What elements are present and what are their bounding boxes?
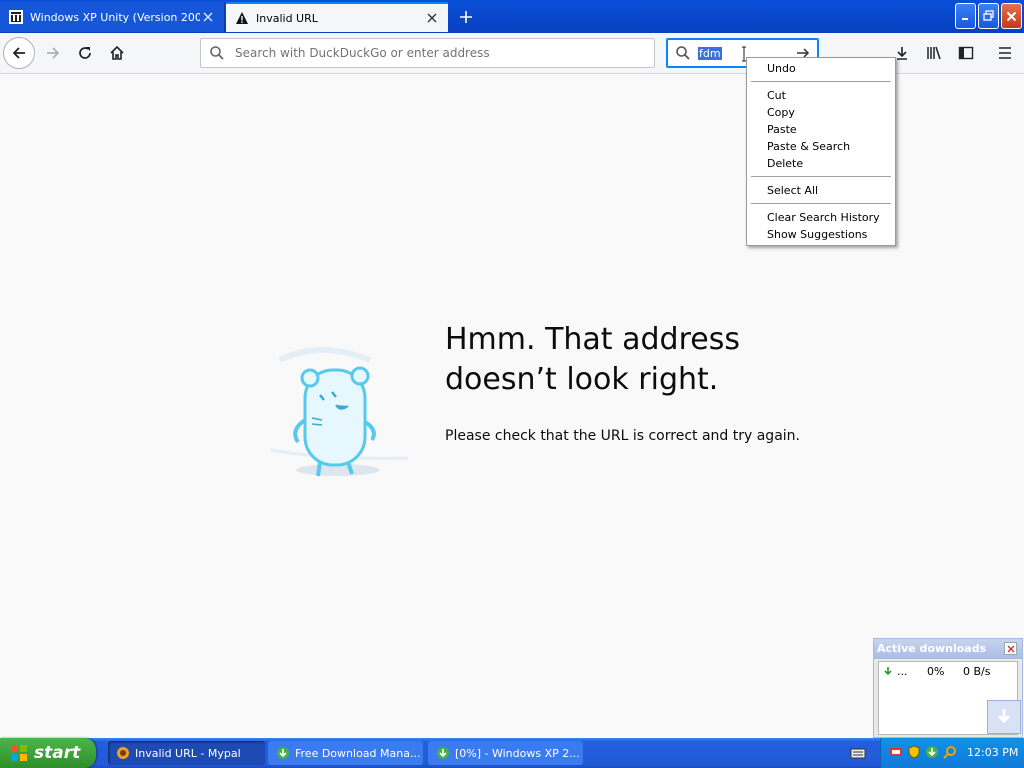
menu-separator bbox=[751, 203, 891, 204]
clock[interactable]: 12:03 PM bbox=[967, 746, 1018, 759]
error-title: Hmm. That address doesn’t look right. bbox=[445, 322, 740, 397]
tab-title: Windows XP Unity (Version 2003) \ bbox=[30, 10, 200, 24]
taskbar-button-label: [0%] - Windows XP 2... bbox=[455, 746, 580, 760]
plus-icon bbox=[460, 11, 472, 23]
close-icon bbox=[1007, 645, 1014, 652]
museum-icon bbox=[8, 9, 24, 25]
close-tab-icon[interactable] bbox=[200, 9, 216, 25]
download-percent: 0% bbox=[927, 664, 945, 678]
taskbar-button-free-download-manager[interactable]: Free Download Mana... bbox=[268, 741, 423, 765]
tab-windows-xp-unity[interactable]: Windows XP Unity (Version 2003) \ bbox=[0, 2, 225, 32]
taskbar-button-label: Free Download Mana... bbox=[295, 746, 421, 760]
reload-icon bbox=[79, 47, 91, 59]
keyboard-icon[interactable] bbox=[850, 746, 866, 760]
windows-flag-icon bbox=[11, 745, 27, 761]
menu-separator bbox=[751, 81, 891, 82]
menu-item-undo[interactable]: Undo bbox=[767, 61, 796, 77]
hamburger-menu-icon bbox=[999, 47, 1011, 59]
menu-item-delete[interactable]: Delete bbox=[767, 156, 803, 172]
error-description: Please check that the URL is correct and… bbox=[445, 428, 800, 444]
menu-item-select-all[interactable]: Select All bbox=[767, 183, 818, 199]
free-download-manager-icon bbox=[277, 747, 289, 759]
warning-icon bbox=[234, 10, 250, 26]
restore-icon bbox=[982, 10, 994, 21]
library-icon bbox=[927, 46, 941, 60]
download-arrow-icon bbox=[884, 667, 892, 676]
network-icon[interactable] bbox=[889, 745, 903, 759]
download-icon bbox=[897, 47, 907, 60]
minimize-button[interactable] bbox=[955, 3, 976, 29]
search-icon bbox=[676, 46, 690, 60]
home-icon bbox=[110, 45, 124, 60]
taskbar-button-label: Invalid URL - Mypal bbox=[135, 746, 241, 760]
address-bar[interactable] bbox=[200, 38, 655, 68]
close-window-button[interactable] bbox=[1001, 3, 1022, 29]
tab-title: Invalid URL bbox=[256, 11, 318, 25]
forward-button[interactable] bbox=[37, 37, 69, 69]
error-illustration bbox=[269, 347, 409, 477]
menu-item-show-suggestions[interactable]: Show Suggestions bbox=[767, 227, 867, 243]
menu-item-clear-search-history[interactable]: Clear Search History bbox=[767, 210, 880, 226]
active-downloads-title: Active downloads bbox=[874, 639, 1022, 659]
restore-button[interactable] bbox=[978, 3, 999, 29]
taskbar-button-mypal[interactable]: Invalid URL - Mypal bbox=[108, 741, 265, 765]
download-speed: 0 B/s bbox=[963, 664, 991, 678]
menu-item-copy[interactable]: Copy bbox=[767, 105, 795, 121]
start-label: start bbox=[34, 743, 81, 763]
mypal-icon bbox=[117, 747, 129, 759]
arrow-left-icon bbox=[12, 47, 25, 59]
start-button[interactable]: start bbox=[0, 738, 96, 768]
menu-item-paste-and-search[interactable]: Paste & Search bbox=[767, 139, 850, 155]
back-button[interactable] bbox=[3, 37, 35, 69]
close-icon bbox=[1006, 11, 1017, 21]
close-downloads-panel-button[interactable] bbox=[1004, 642, 1017, 655]
system-tray: 12:03 PM bbox=[880, 738, 1024, 768]
download-row[interactable]: ... 0% 0 B/s bbox=[883, 664, 990, 678]
minimize-icon bbox=[961, 18, 968, 20]
arrow-right-icon bbox=[47, 47, 60, 59]
library-button[interactable] bbox=[918, 37, 950, 69]
menu-button[interactable] bbox=[989, 37, 1021, 69]
new-tab-button[interactable] bbox=[452, 4, 480, 30]
tab-bar: Windows XP Unity (Version 2003) \ Invali… bbox=[0, 0, 1024, 33]
context-menu: Undo Cut Copy Paste Paste & Search Delet… bbox=[746, 57, 896, 246]
taskbar-button-download-progress[interactable]: [0%] - Windows XP 2... bbox=[428, 741, 583, 765]
menu-separator bbox=[751, 176, 891, 177]
reload-button[interactable] bbox=[69, 37, 101, 69]
home-button[interactable] bbox=[101, 37, 133, 69]
taskbar: start Invalid URL - Mypal Free Download … bbox=[0, 738, 1024, 768]
menu-item-cut[interactable]: Cut bbox=[767, 88, 786, 104]
address-input[interactable] bbox=[233, 45, 637, 61]
sidebar-button[interactable] bbox=[950, 37, 982, 69]
search-tray-icon[interactable] bbox=[943, 745, 957, 759]
search-icon bbox=[210, 46, 224, 60]
close-tab-icon[interactable] bbox=[424, 10, 440, 26]
free-download-manager-tray-icon[interactable] bbox=[925, 745, 939, 759]
download-drop-icon bbox=[997, 709, 1011, 724]
download-manager-tray-widget[interactable] bbox=[987, 700, 1021, 734]
download-name: ... bbox=[897, 664, 908, 678]
sidebar-icon bbox=[958, 46, 974, 60]
menu-item-paste[interactable]: Paste bbox=[767, 122, 797, 138]
free-download-manager-icon bbox=[437, 747, 449, 759]
tab-invalid-url[interactable]: Invalid URL bbox=[226, 2, 448, 32]
security-shield-icon[interactable] bbox=[907, 745, 921, 759]
search-input-selected-text[interactable]: fdm bbox=[698, 47, 722, 60]
